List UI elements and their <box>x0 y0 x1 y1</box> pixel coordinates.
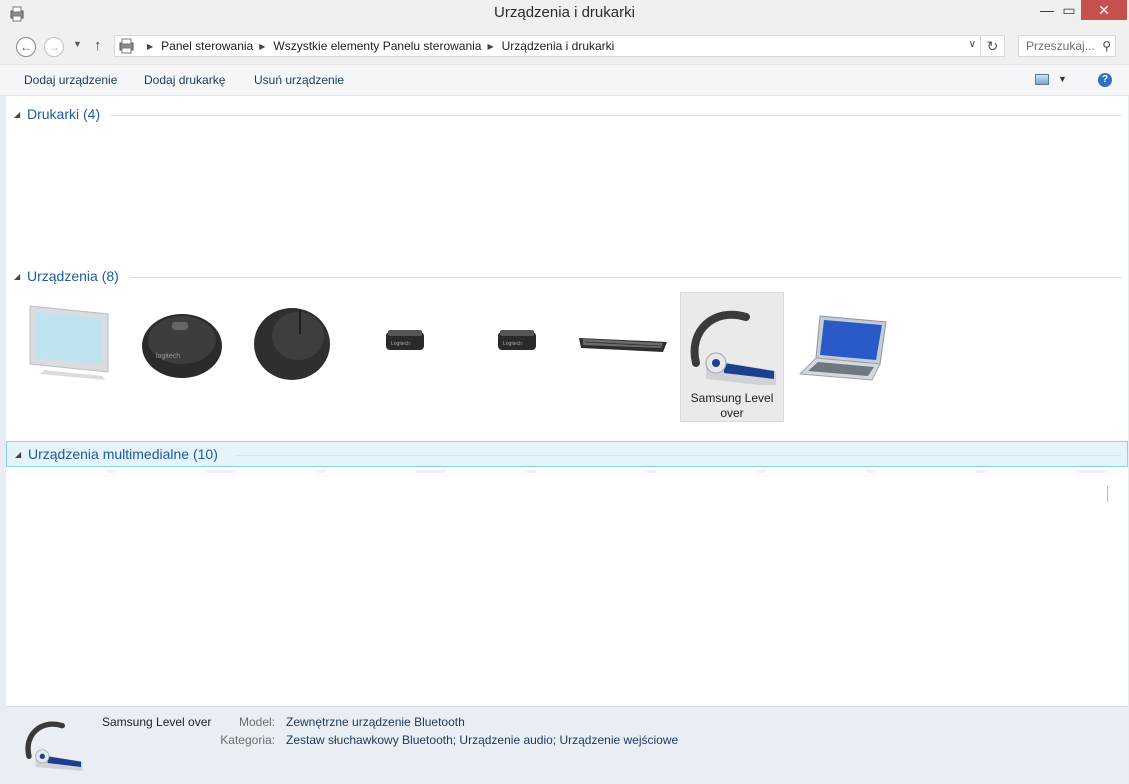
maximize-button[interactable]: ▭ <box>1054 0 1084 20</box>
search-input[interactable]: Przeszukaj... ⚲ <box>1018 35 1116 57</box>
monitor-icon <box>29 305 109 380</box>
chevron-right-icon: ▶ <box>147 41 154 51</box>
device-monitor[interactable] <box>16 292 120 422</box>
back-arrow-icon: ← <box>20 40 32 54</box>
faded-item <box>976 470 986 473</box>
device-laptop[interactable] <box>790 292 894 422</box>
group-printers[interactable]: ◢ Drukarki (4) <box>6 102 1128 128</box>
bluetooth-headset-icon <box>690 310 776 385</box>
add-printer-button[interactable]: Dodaj drukarkę <box>144 73 225 87</box>
breadcrumb-item-all-items[interactable]: Wszystkie elementy Panelu sterowania <box>273 39 481 53</box>
faded-item <box>206 470 236 473</box>
bluetooth-headset-icon <box>25 721 83 771</box>
device-samsung-level-over[interactable]: Samsung Level over <box>680 292 784 422</box>
device-usb-receiver-1[interactable]: Logitech <box>352 292 456 422</box>
laptop-icon <box>798 315 887 381</box>
svg-text:Logitech: Logitech <box>503 341 522 347</box>
device-usb-receiver-2[interactable]: Logitech <box>464 292 568 422</box>
chevron-right-icon[interactable]: ▶ <box>487 42 493 51</box>
command-bar: Dodaj urządzenie Dodaj drukarkę Usuń urz… <box>0 64 1129 96</box>
search-placeholder: Przeszukaj... <box>1026 39 1095 53</box>
group-devices[interactable]: ◢ Urządzenia (8) <box>6 264 1128 290</box>
faded-item <box>316 470 326 473</box>
group-divider <box>130 277 1122 278</box>
mouse-icon <box>254 308 330 380</box>
up-arrow-icon: ↑ <box>94 37 102 54</box>
svg-text:Logitech: Logitech <box>391 341 410 347</box>
faded-item <box>526 470 536 473</box>
magnifier-icon[interactable]: ⚲ <box>1102 36 1111 56</box>
usb-receiver-icon: Logitech <box>386 330 424 350</box>
scroll-indicator[interactable] <box>1107 486 1108 502</box>
group-divider <box>237 455 1121 456</box>
details-category-key: Kategoria: <box>220 733 275 747</box>
add-device-button[interactable]: Dodaj urządzenie <box>24 73 117 87</box>
chevron-down-icon: ▼ <box>73 39 82 49</box>
breadcrumb-item-control-panel[interactable]: Panel sterowania <box>161 39 253 53</box>
details-model-key: Model: <box>238 715 275 729</box>
view-options-dropdown[interactable]: ▼ <box>1058 74 1067 84</box>
collapse-triangle-icon[interactable]: ◢ <box>15 450 21 459</box>
up-button[interactable]: ↑ <box>94 37 102 54</box>
details-device-name: Samsung Level over <box>102 715 212 729</box>
details-category-value: Zestaw słuchawkowy Bluetooth; Urządzenie… <box>286 733 679 747</box>
collapse-triangle-icon[interactable]: ◢ <box>14 110 20 119</box>
multimedia-items-faded <box>66 470 1106 474</box>
faded-item <box>756 470 766 473</box>
faded-item <box>646 470 656 473</box>
forward-arrow-icon: → <box>48 40 60 54</box>
control-panel-icon <box>119 38 134 54</box>
title-bar: Urządzenia i drukarki — ▭ ✕ <box>0 0 1129 28</box>
device-list[interactable]: ◢ Drukarki (4) ◢ Urządzenia (8) logitech <box>6 96 1128 706</box>
device-logitech-mouse[interactable]: logitech <box>128 292 232 422</box>
chevron-right-icon[interactable]: ▶ <box>259 42 265 51</box>
faded-item <box>1076 470 1106 473</box>
refresh-icon: ↻ <box>986 37 999 54</box>
remove-device-button[interactable]: Usuń urządzenie <box>254 73 344 87</box>
recent-locations-button[interactable]: ▼ <box>73 39 82 49</box>
usb-receiver-icon: Logitech <box>498 330 536 350</box>
group-title-printers: Drukarki (4) <box>27 106 101 122</box>
group-title-devices: Urządzenia (8) <box>27 268 119 284</box>
close-button[interactable]: ✕ <box>1081 0 1127 20</box>
address-history-dropdown[interactable]: ∨ <box>969 39 976 50</box>
collapse-triangle-icon[interactable]: ◢ <box>14 272 20 281</box>
change-view-icon[interactable] <box>1035 74 1049 85</box>
group-multimedia[interactable]: ◢ Urządzenia multimedialne (10) <box>6 441 1128 467</box>
details-model-value: Zewnętrzne urządzenie Bluetooth <box>286 715 465 729</box>
keyboard-icon <box>579 338 667 352</box>
group-divider <box>110 115 1122 116</box>
help-button[interactable]: ? <box>1098 73 1112 87</box>
refresh-button[interactable]: ↻ <box>980 36 1004 56</box>
device-label: Samsung Level over <box>690 391 774 420</box>
svg-text:logitech: logitech <box>156 353 180 360</box>
group-title-multimedia: Urządzenia multimedialne (10) <box>28 446 218 462</box>
device-mouse[interactable] <box>240 292 344 422</box>
logitech-mouse-icon: logitech <box>142 314 222 378</box>
details-pane: Samsung Level over Model: Zewnętrzne urz… <box>6 706 1128 778</box>
device-keyboard[interactable] <box>571 292 675 422</box>
faded-item <box>106 470 116 473</box>
breadcrumb-item-devices-printers[interactable]: Urządzenia i drukarki <box>502 39 615 53</box>
faded-item <box>416 470 446 473</box>
forward-button[interactable]: → <box>44 37 64 57</box>
breadcrumb[interactable]: ▶ Panel sterowania ▶ Wszystkie elementy … <box>114 35 1005 57</box>
address-bar: ← → ▼ ↑ ▶ Panel sterowania ▶ Wszystkie e… <box>0 28 1129 64</box>
window-title: Urządzenia i drukarki <box>494 4 635 21</box>
back-button[interactable]: ← <box>16 37 36 57</box>
faded-item <box>866 470 876 473</box>
